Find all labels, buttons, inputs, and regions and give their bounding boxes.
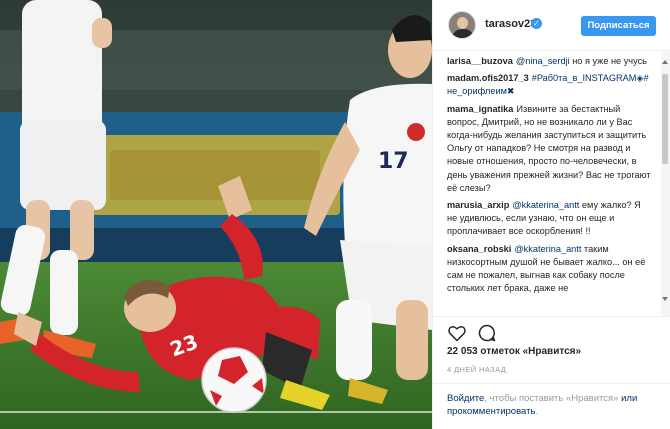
- avatar-face: [457, 17, 468, 29]
- comment-author[interactable]: madam.ofis2017_3: [447, 73, 529, 83]
- comments-scrollbar[interactable]: [661, 52, 670, 316]
- login-prompt-end: .: [535, 406, 539, 417]
- comment-author[interactable]: marusia_arxip: [447, 200, 509, 210]
- comment-item: larisa__buzova @nina_serdji но я уже не у…: [447, 55, 651, 68]
- post-photo: 17 23: [0, 0, 432, 429]
- comment-author[interactable]: oksana_robski: [447, 244, 511, 254]
- speech-bubble-icon[interactable]: [477, 323, 497, 343]
- login-prompt-text: , чтобы поставить «Нравится»: [484, 393, 622, 404]
- comment-mention[interactable]: @nina_serdji: [516, 56, 570, 66]
- comment-mention[interactable]: @kkaterina_antt: [514, 244, 581, 254]
- scroll-up-icon[interactable]: [662, 60, 668, 64]
- comment-item: oksana_robski @kkaterina_antt таким низко…: [447, 243, 651, 296]
- jersey-number: 17: [378, 149, 409, 174]
- post-side-panel: tarasov23 ✓ Подписаться larisa__buzova @n…: [432, 0, 670, 429]
- heart-icon[interactable]: [447, 323, 467, 343]
- comment-text: но я уже не учусь: [569, 56, 647, 66]
- comment-author[interactable]: mama_ignatika: [447, 104, 513, 114]
- username-link[interactable]: tarasov23: [485, 18, 536, 30]
- follow-button[interactable]: Подписаться: [581, 16, 656, 36]
- comment-author[interactable]: larisa__buzova: [447, 56, 513, 66]
- comment-mention[interactable]: @kkaterina_antt: [512, 200, 579, 210]
- comments-list: larisa__buzova @nina_serdji но я уже не у…: [433, 51, 661, 316]
- comment-text: Извините за бестактный вопрос, Дмитрий, …: [447, 103, 651, 193]
- comment-item: marusia_arxip @kkaterina_antt ему жалко? …: [447, 199, 651, 239]
- scroll-thumb[interactable]: [662, 74, 668, 164]
- football-ball: [201, 347, 267, 413]
- comment-item: mama_ignatika Извините за бестактный вопр…: [447, 103, 651, 195]
- scroll-down-icon[interactable]: [662, 297, 668, 301]
- comment-item: madam.ofis2017_3 #Раб0та_в_INSTAGRAM◈#не_…: [447, 72, 651, 98]
- football-match-photo: 17 23: [0, 0, 432, 429]
- post-header: tarasov23 ✓ Подписаться: [433, 0, 670, 51]
- likes-count[interactable]: 22 053 отметок «Нравится»: [447, 346, 581, 357]
- login-link[interactable]: Войдите: [447, 393, 484, 404]
- avatar[interactable]: [448, 11, 476, 39]
- login-prompt: Войдите, чтобы поставить «Нравится» или …: [433, 383, 670, 429]
- avatar-body: [452, 29, 474, 38]
- post-time: 4 ДНЕЙ НАЗАД: [447, 365, 507, 374]
- verified-badge-icon: ✓: [531, 18, 542, 29]
- post-actions: [433, 316, 670, 346]
